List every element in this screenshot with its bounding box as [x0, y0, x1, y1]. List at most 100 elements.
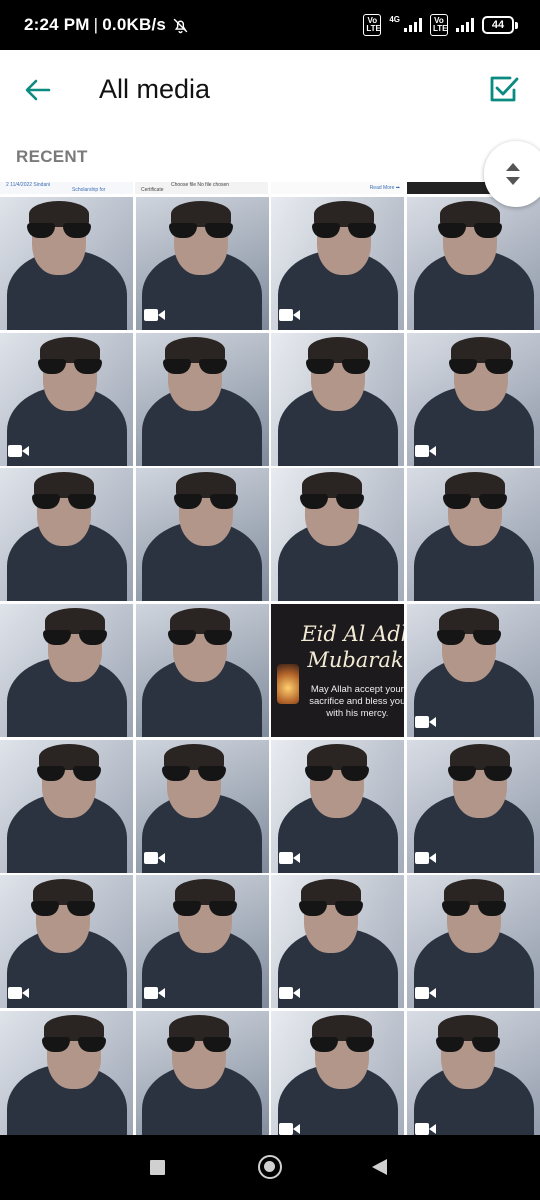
media-thumbnail-photo[interactable]: [407, 197, 540, 330]
sunglasses: [163, 358, 228, 375]
media-thumbnail-photo[interactable]: [0, 1011, 133, 1135]
partial-thumbnail-document[interactable]: 2 11/4/2022 Sindani Scholarship for: [0, 182, 133, 194]
sunglasses: [436, 630, 501, 646]
sunglasses: [42, 630, 107, 646]
video-camera-icon: [279, 308, 301, 322]
sunglasses: [30, 901, 95, 917]
partial-thumbnail-web[interactable]: Read More ➡: [271, 182, 404, 194]
signal-strength-1-icon: [404, 18, 422, 32]
back-button[interactable]: [18, 70, 58, 110]
section-header: RECENT: [0, 130, 540, 182]
sunglasses: [441, 901, 506, 917]
sunglasses: [448, 358, 513, 375]
partial-doc-line-2: Scholarship for: [72, 187, 106, 193]
sunglasses: [41, 1037, 106, 1053]
sunglasses: [31, 494, 96, 510]
status-right: Vo LTE 4G Vo LTE 44: [363, 14, 518, 36]
media-thumbnail-photo[interactable]: [0, 468, 133, 602]
sunglasses: [173, 901, 238, 917]
video-camera-icon: [279, 851, 301, 865]
video-camera-icon: [143, 308, 166, 322]
signal-strength-2-icon: [456, 18, 474, 32]
system-back-button[interactable]: [372, 1159, 387, 1175]
media-thumbnail-photo[interactable]: [0, 197, 133, 330]
media-thumbnail-photo[interactable]: [135, 1011, 269, 1135]
media-thumbnail-video[interactable]: [407, 1011, 540, 1135]
sunglasses: [437, 223, 502, 239]
sunglasses: [174, 494, 239, 510]
media-thumbnail-photo[interactable]: [0, 604, 133, 737]
arrow-left-icon: [25, 79, 51, 101]
video-camera-icon: [279, 986, 301, 1000]
video-camera-icon: [415, 851, 437, 865]
eid-greeting-line-1: Eid Al Adh: [301, 622, 405, 646]
recents-button[interactable]: [150, 1160, 165, 1175]
sunglasses: [26, 223, 91, 239]
sim2-volte-badge: Vo LTE: [430, 14, 448, 36]
eid-greeting-line-2: Mubarak!: [307, 648, 405, 672]
video-camera-icon: [415, 1122, 437, 1135]
video-camera-icon: [415, 715, 437, 729]
sunglasses: [298, 901, 363, 917]
media-thumbnail-video[interactable]: [407, 739, 540, 873]
bell-off-icon: [172, 17, 189, 34]
sunglasses: [37, 358, 102, 375]
media-thumbnail-video[interactable]: [135, 197, 269, 330]
media-thumbnail-photo[interactable]: [135, 332, 269, 466]
system-nav-bar: [0, 1135, 540, 1200]
fast-scroll-handle[interactable]: [484, 141, 540, 207]
partial-web-link: Read More ➡: [369, 185, 400, 191]
sim1-volte-badge: Vo LTE: [363, 14, 382, 36]
media-thumbnail-video[interactable]: [407, 332, 540, 466]
checkbox-checked-icon: [490, 76, 519, 102]
media-thumbnail-photo[interactable]: [271, 468, 405, 602]
app-bar: All media: [0, 50, 540, 130]
network-speed: 0.0KB/s: [102, 15, 167, 34]
media-thumbnail-photo[interactable]: [0, 739, 133, 873]
sunglasses: [304, 765, 369, 782]
video-camera-icon: [8, 444, 30, 458]
home-button[interactable]: [258, 1155, 282, 1179]
page-title: All media: [99, 74, 211, 104]
status-bar: 2:24 PM | 0.0KB/s Vo LTE 4G Vo LTE 44: [0, 0, 540, 50]
media-thumbnail-video[interactable]: [135, 739, 269, 873]
sunglasses: [447, 765, 512, 782]
media-thumbnail-photo[interactable]: [135, 468, 269, 602]
media-thumbnail-video[interactable]: [271, 197, 405, 330]
video-camera-icon: [279, 1122, 301, 1135]
partial-form-line-2: Certificate: [141, 187, 164, 193]
media-thumbnail-video[interactable]: [0, 875, 133, 1009]
eid-message: May Allah accept your sacrifice and bles…: [309, 684, 405, 719]
media-thumbnail-video[interactable]: [135, 875, 269, 1009]
sunglasses: [309, 1037, 374, 1053]
battery-icon: 44: [482, 16, 518, 34]
media-thumbnail-video[interactable]: [271, 1011, 405, 1135]
chevron-up-icon: [506, 163, 520, 171]
media-thumbnail-eid-card[interactable]: Eid Al Adh Mubarak! May Allah accept your …: [271, 604, 405, 737]
chevron-down-icon: [506, 177, 520, 185]
partial-row: 2 11/4/2022 Sindani Scholarship for Choo…: [0, 182, 540, 196]
partial-thumbnail-form[interactable]: Choose file No file chosen Certificate: [135, 182, 268, 194]
circle-home-icon: [264, 1161, 275, 1172]
status-left: 2:24 PM | 0.0KB/s: [24, 15, 189, 35]
sunglasses: [311, 223, 376, 239]
network-type: 4G: [389, 14, 400, 24]
media-thumbnail-video[interactable]: [0, 332, 133, 466]
media-thumbnail-photo[interactable]: [271, 332, 405, 466]
media-thumbnail-video[interactable]: [407, 604, 540, 737]
sunglasses: [305, 358, 370, 375]
sunglasses: [169, 223, 234, 239]
status-time: 2:24 PM: [24, 15, 90, 34]
media-thumbnail-photo[interactable]: [407, 468, 540, 602]
sunglasses: [36, 765, 101, 782]
media-thumbnail-video[interactable]: [407, 875, 540, 1009]
select-all-button[interactable]: [484, 70, 524, 110]
media-thumbnail-photo[interactable]: [135, 604, 269, 737]
section-label-recent: RECENT: [16, 147, 88, 166]
sunglasses: [435, 1037, 500, 1053]
lantern-image: [277, 664, 300, 704]
media-thumbnail-video[interactable]: [271, 739, 405, 873]
media-gallery[interactable]: 2 11/4/2022 Sindani Scholarship for Choo…: [0, 182, 540, 1135]
video-camera-icon: [143, 986, 166, 1000]
media-thumbnail-video[interactable]: [271, 875, 405, 1009]
